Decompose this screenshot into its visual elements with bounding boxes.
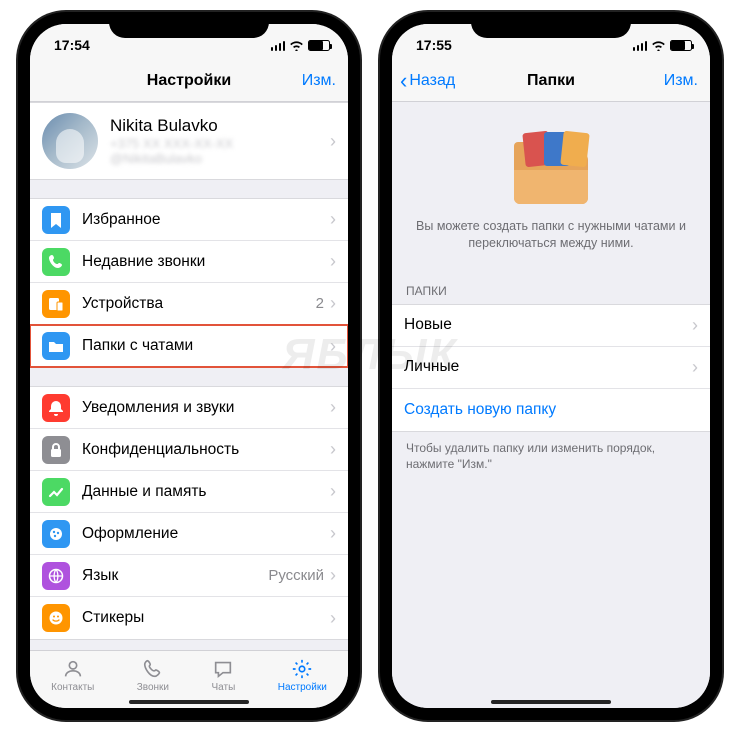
settings-row-stickers[interactable]: Стикеры› bbox=[30, 597, 348, 639]
chevron-right-icon: › bbox=[330, 251, 336, 272]
row-value: Русский bbox=[268, 567, 324, 584]
folders-hero: Вы можете создать папки с нужными чатами… bbox=[392, 102, 710, 270]
home-indicator bbox=[491, 700, 611, 704]
folder-icon bbox=[42, 332, 70, 360]
create-folder-label: Создать новую папку bbox=[404, 401, 698, 419]
bell-icon bbox=[42, 394, 70, 422]
settings-row-lock[interactable]: Конфиденциальность› bbox=[30, 429, 348, 471]
settings-row-appearance[interactable]: Оформление› bbox=[30, 513, 348, 555]
status-indicators bbox=[271, 40, 331, 51]
chevron-right-icon: › bbox=[330, 608, 336, 629]
profile-name: Nikita Bulavko bbox=[110, 116, 330, 136]
bookmark-icon bbox=[42, 206, 70, 234]
chevron-right-icon: › bbox=[330, 397, 336, 418]
chevron-right-icon: › bbox=[330, 565, 336, 586]
signal-icon bbox=[633, 40, 648, 51]
lock-icon bbox=[42, 436, 70, 464]
notch bbox=[471, 12, 631, 38]
chevron-right-icon: › bbox=[330, 523, 336, 544]
row-label: Язык bbox=[82, 567, 268, 585]
tab-calls[interactable]: Звонки bbox=[137, 658, 169, 693]
tab-label: Настройки bbox=[278, 682, 327, 693]
wifi-icon bbox=[289, 40, 304, 51]
chevron-right-icon: › bbox=[330, 481, 336, 502]
settings-content[interactable]: Nikita Bulavko +375 XX XXX-XX-XX @Nikita… bbox=[30, 102, 348, 650]
wifi-icon bbox=[651, 40, 666, 51]
edit-button[interactable]: Изм. bbox=[664, 72, 698, 90]
chevron-right-icon: › bbox=[330, 209, 336, 230]
profile-username: @NikitaBulavko bbox=[110, 151, 330, 166]
phone-icon bbox=[42, 248, 70, 276]
section-header-folders: ПАПКИ bbox=[392, 270, 710, 304]
stickers-icon bbox=[42, 604, 70, 632]
phone-right: 17:55 ‹Назад Папки Изм. bbox=[380, 12, 722, 720]
profile-phone: +375 XX XXX-XX-XX bbox=[110, 136, 330, 151]
home-indicator bbox=[129, 700, 249, 704]
chevron-right-icon: › bbox=[692, 315, 698, 336]
row-label: Данные и память bbox=[82, 483, 330, 501]
navbar: Настройки Изм. bbox=[30, 60, 348, 102]
row-label: Стикеры bbox=[82, 609, 330, 627]
phone-left: 17:54 Настройки Изм. Nikita Bulavko bbox=[18, 12, 360, 720]
signal-icon bbox=[271, 40, 286, 51]
tab-chats[interactable]: Чаты bbox=[211, 658, 235, 693]
chevron-right-icon: › bbox=[330, 131, 336, 152]
screen-settings: 17:54 Настройки Изм. Nikita Bulavko bbox=[30, 24, 348, 708]
avatar bbox=[42, 113, 98, 169]
tab-label: Звонки bbox=[137, 682, 169, 693]
appearance-icon bbox=[42, 520, 70, 548]
create-folder-button[interactable]: Создать новую папку bbox=[392, 389, 710, 431]
row-label: Избранное bbox=[82, 211, 330, 229]
edit-button[interactable]: Изм. bbox=[302, 72, 336, 90]
tab-label: Контакты bbox=[51, 682, 94, 693]
row-label: Конфиденциальность bbox=[82, 441, 330, 459]
settings-row-phone[interactable]: Недавние звонки› bbox=[30, 241, 348, 283]
folder-art-icon bbox=[506, 128, 596, 204]
hero-description: Вы можете создать папки с нужными чатами… bbox=[416, 218, 686, 252]
globe-icon bbox=[42, 562, 70, 590]
folders-content[interactable]: Вы можете создать папки с нужными чатами… bbox=[392, 102, 710, 708]
back-button[interactable]: ‹Назад bbox=[400, 70, 455, 92]
tab-label: Чаты bbox=[212, 682, 236, 693]
data-icon bbox=[42, 478, 70, 506]
row-label: Оформление bbox=[82, 525, 330, 543]
navbar: ‹Назад Папки Изм. bbox=[392, 60, 710, 102]
row-label: Уведомления и звуки bbox=[82, 399, 330, 417]
folder-row[interactable]: Личные› bbox=[392, 347, 710, 389]
screen-folders: 17:55 ‹Назад Папки Изм. bbox=[392, 24, 710, 708]
settings-row-bell[interactable]: Уведомления и звуки› bbox=[30, 387, 348, 429]
battery-icon bbox=[308, 40, 330, 51]
folder-label: Новые bbox=[404, 316, 692, 334]
chevron-right-icon: › bbox=[692, 357, 698, 378]
row-value: 2 bbox=[316, 295, 324, 312]
settings-row-devices[interactable]: Устройства2 › bbox=[30, 283, 348, 325]
tab-contacts[interactable]: Контакты bbox=[51, 658, 94, 693]
row-label: Недавние звонки bbox=[82, 253, 330, 271]
nav-title: Настройки bbox=[30, 72, 348, 90]
chevron-left-icon: ‹ bbox=[400, 70, 407, 92]
devices-icon bbox=[42, 290, 70, 318]
row-label: Папки с чатами bbox=[82, 337, 330, 355]
battery-icon bbox=[670, 40, 692, 51]
settings-row-bookmark[interactable]: Избранное› bbox=[30, 199, 348, 241]
settings-row-globe[interactable]: ЯзыкРусский › bbox=[30, 555, 348, 597]
settings-row-folder[interactable]: Папки с чатами› bbox=[30, 325, 348, 367]
folder-label: Личные bbox=[404, 358, 692, 376]
notch bbox=[109, 12, 269, 38]
tab-settings[interactable]: Настройки bbox=[278, 658, 327, 693]
status-time: 17:54 bbox=[54, 37, 90, 53]
chevron-right-icon: › bbox=[330, 439, 336, 460]
status-time: 17:55 bbox=[416, 37, 452, 53]
status-indicators bbox=[633, 40, 693, 51]
chevron-right-icon: › bbox=[330, 336, 336, 357]
section-footer: Чтобы удалить папку или изменить порядок… bbox=[392, 432, 710, 480]
chevron-right-icon: › bbox=[330, 293, 336, 314]
profile-row[interactable]: Nikita Bulavko +375 XX XXX-XX-XX @Nikita… bbox=[30, 103, 348, 179]
folder-row[interactable]: Новые› bbox=[392, 305, 710, 347]
settings-row-data[interactable]: Данные и память› bbox=[30, 471, 348, 513]
row-label: Устройства bbox=[82, 295, 316, 313]
back-label: Назад bbox=[409, 72, 455, 90]
